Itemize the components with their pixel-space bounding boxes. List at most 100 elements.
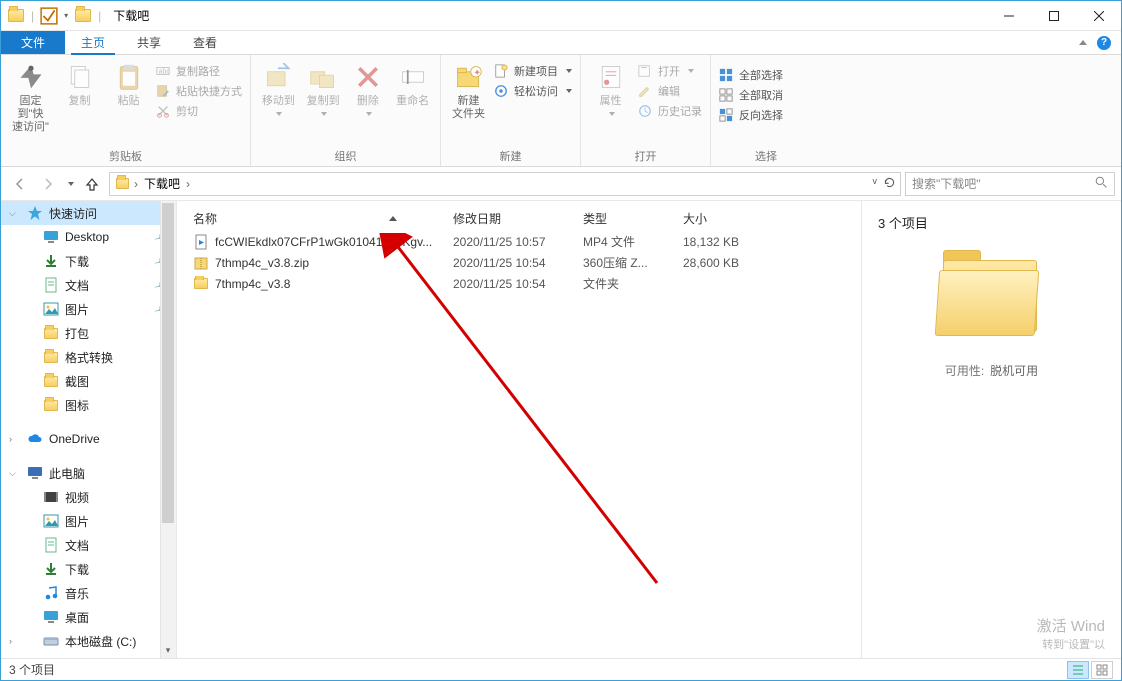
sidebar-item[interactable]: 图标 (1, 393, 176, 417)
tab-share[interactable]: 共享 (121, 31, 177, 54)
move-to-button[interactable]: 移动到 (259, 59, 298, 116)
file-icon (193, 234, 209, 250)
chevron-right-icon[interactable]: › (186, 177, 190, 191)
search-icon[interactable] (1095, 176, 1108, 192)
sidebar-this-pc[interactable]: ⌵ 此电脑 (1, 461, 176, 485)
sidebar-item-icon (43, 585, 59, 601)
back-button[interactable] (7, 171, 33, 197)
column-type[interactable]: 类型 (575, 210, 675, 227)
select-none-button[interactable]: 全部取消 (719, 87, 783, 103)
expand-icon[interactable]: › (9, 636, 12, 646)
column-name[interactable]: 名称 (185, 210, 445, 227)
chevron-right-icon[interactable]: › (134, 177, 138, 191)
expand-icon[interactable]: › (9, 434, 12, 444)
new-folder-button[interactable]: ✦新建 文件夹 (449, 59, 488, 121)
expand-icon[interactable]: ⌵ (9, 468, 16, 479)
table-row[interactable]: fcCWIEkdlx07CFrP1wGk01041200Kgv...2020/1… (185, 231, 861, 252)
copy-path-button[interactable]: abc复制路径 (156, 63, 242, 79)
sidebar-item[interactable]: Desktop📌 (1, 225, 176, 249)
ribbon-help: ? (1079, 31, 1121, 54)
rename-button[interactable]: 重命名 (393, 59, 432, 108)
icons-view-button[interactable] (1091, 661, 1113, 679)
expand-icon[interactable]: ⌵ (9, 208, 16, 219)
sidebar-item[interactable]: 文档 (1, 533, 176, 557)
sidebar-scrollbar[interactable]: ▴ ▾ (160, 201, 176, 658)
address-dropdown-icon[interactable]: v (873, 176, 878, 192)
search-box[interactable]: 搜索"下载吧" (905, 172, 1115, 196)
sidebar-item[interactable]: 截图 (1, 369, 176, 393)
collapse-ribbon-icon[interactable] (1079, 40, 1087, 45)
up-button[interactable] (79, 171, 105, 197)
sidebar-item-label: 图片 (65, 513, 89, 530)
easy-access-button[interactable]: 轻松访问 (494, 83, 572, 99)
details-view-button[interactable] (1067, 661, 1089, 679)
delete-button[interactable]: 删除 (349, 59, 388, 116)
sidebar-onedrive[interactable]: › OneDrive (1, 427, 176, 451)
address-bar[interactable]: › 下载吧 › v (109, 172, 901, 196)
sidebar-item-label: 下载 (65, 253, 89, 270)
sidebar-item[interactable]: 图片📌 (1, 297, 176, 321)
sidebar-item[interactable]: 图片 (1, 509, 176, 533)
scrollbar-thumb[interactable] (162, 203, 174, 523)
sidebar-quick-access[interactable]: ⌵ 快速访问 (1, 201, 176, 225)
sidebar-item-label: 音乐 (65, 585, 89, 602)
refresh-icon[interactable] (883, 176, 896, 192)
invert-selection-button[interactable]: 反向选择 (719, 107, 783, 123)
view-toggles (1067, 661, 1113, 679)
edit-button[interactable]: 编辑 (638, 83, 702, 99)
sidebar-item-label: 快速访问 (49, 205, 97, 222)
status-bar: 3 个项目 (1, 658, 1121, 680)
recent-locations-button[interactable] (63, 171, 77, 197)
sidebar-item[interactable]: 下载 (1, 557, 176, 581)
tab-file[interactable]: 文件 (1, 31, 65, 54)
folder-icon (114, 176, 130, 192)
forward-button[interactable] (35, 171, 61, 197)
tab-view[interactable]: 查看 (177, 31, 233, 54)
details-availability: 可用性: 脱机可用 (878, 362, 1105, 379)
sidebar-item[interactable]: › 本地磁盘 (C:) (1, 629, 176, 653)
sidebar-item[interactable]: 文档📌 (1, 273, 176, 297)
qat-dropdown-icon[interactable]: ▾ (64, 11, 68, 20)
table-row[interactable]: 7thmp4c_v3.82020/11/25 10:54文件夹 (185, 273, 861, 294)
copy-button[interactable]: 复制 (58, 59, 101, 108)
qat-divider: | (31, 9, 34, 23)
tab-home[interactable]: 主页 (65, 31, 121, 54)
sidebar-item[interactable]: 格式转换 (1, 345, 176, 369)
sidebar-item-icon (43, 277, 59, 293)
checkbox-icon[interactable] (40, 7, 58, 25)
paste-button[interactable]: 粘贴 (107, 59, 150, 108)
close-button[interactable] (1076, 1, 1121, 30)
file-date: 2020/11/25 10:54 (445, 277, 575, 291)
properties-button[interactable]: 属性 (589, 59, 632, 116)
sidebar-item[interactable]: 下载📌 (1, 249, 176, 273)
pin-to-quick-access-button[interactable]: 固定到"快 速访问" (9, 59, 52, 134)
new-item-button[interactable]: 新建项目 (494, 63, 572, 79)
column-size[interactable]: 大小 (675, 210, 775, 227)
cut-button[interactable]: 剪切 (156, 103, 242, 119)
sidebar-item-label: 本地磁盘 (C:) (65, 633, 136, 650)
file-icon (193, 276, 209, 292)
open-button[interactable]: 打开 (638, 63, 702, 79)
paste-shortcut-button[interactable]: 粘贴快捷方式 (156, 83, 242, 99)
sidebar-item[interactable]: 视频 (1, 485, 176, 509)
sidebar-item-icon (43, 349, 59, 365)
file-list[interactable]: 名称 修改日期 类型 大小 fcCWIEkdlx07CFrP1wGk010412… (177, 201, 861, 658)
sidebar-item-label: 文档 (65, 537, 89, 554)
quick-access-toolbar: | ▾ | 下载吧 (1, 7, 149, 25)
maximize-button[interactable] (1031, 1, 1076, 30)
scroll-down-icon[interactable]: ▾ (160, 642, 176, 658)
group-label-organize: 组织 (259, 146, 432, 164)
minimize-button[interactable] (986, 1, 1031, 30)
column-date[interactable]: 修改日期 (445, 210, 575, 227)
sidebar-item[interactable]: 打包 (1, 321, 176, 345)
sidebar-item[interactable]: 桌面 (1, 605, 176, 629)
help-icon[interactable]: ? (1097, 36, 1111, 50)
history-button[interactable]: 历史记录 (638, 103, 702, 119)
sidebar-item[interactable]: 音乐 (1, 581, 176, 605)
select-all-button[interactable]: 全部选择 (719, 67, 783, 83)
search-placeholder: 搜索"下载吧" (912, 175, 981, 192)
table-row[interactable]: 7thmp4c_v3.8.zip2020/11/25 10:54360压缩 Z.… (185, 252, 861, 273)
copy-to-button[interactable]: 复制到 (304, 59, 343, 116)
breadcrumb[interactable]: 下载吧 (142, 175, 182, 192)
column-headers: 名称 修改日期 类型 大小 (185, 207, 861, 231)
